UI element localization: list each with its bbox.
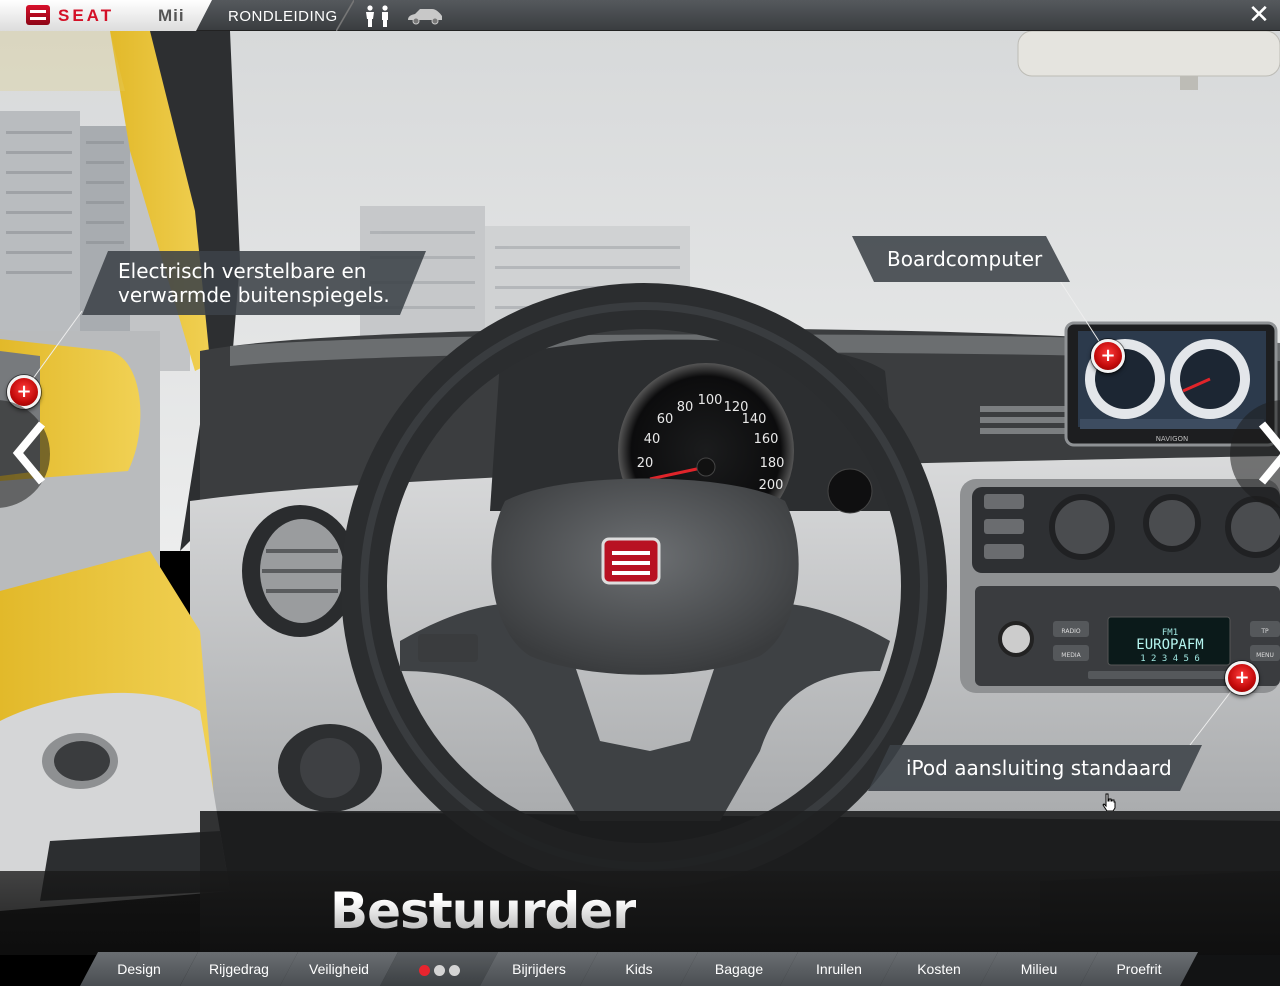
nav-item-bagage[interactable]: Bagage bbox=[680, 952, 798, 986]
callout-ipod[interactable]: iPod aansluiting standaard bbox=[868, 745, 1202, 791]
brand-name: SEAT bbox=[58, 6, 115, 25]
brand-logo[interactable]: SEAT Mii bbox=[0, 0, 212, 31]
media-button-label: MEDIA bbox=[1061, 652, 1081, 659]
speedo-label: 200 bbox=[759, 478, 784, 493]
tp-button-label: TP bbox=[1260, 628, 1269, 635]
nav-brand: NAVIGON bbox=[1156, 435, 1189, 443]
interior-scene: 20 40 60 80 100 120 140 160 180 200 NAVI… bbox=[0, 31, 1280, 986]
seat-logo-icon bbox=[26, 5, 50, 25]
section-navigation: Design Rijgedrag Veiligheid Bijrijders K… bbox=[80, 952, 1200, 986]
speedo-label: 100 bbox=[698, 393, 723, 408]
divider bbox=[336, 0, 354, 31]
chevron-left-icon bbox=[12, 421, 46, 485]
radio-button-label: RADIO bbox=[1061, 628, 1080, 635]
speedo-label: 180 bbox=[760, 456, 785, 471]
people-icon[interactable] bbox=[363, 5, 393, 27]
nav-item-proefrit[interactable]: Proefrit bbox=[1080, 952, 1198, 986]
hotspot-ipod-plus-icon[interactable]: + bbox=[1225, 661, 1259, 695]
speedo-label: 60 bbox=[657, 412, 674, 427]
hotspot-boardcomputer-plus-icon[interactable]: + bbox=[1091, 339, 1125, 373]
car-icon[interactable] bbox=[406, 7, 444, 25]
nav-item-rijgedrag[interactable]: Rijgedrag bbox=[180, 952, 298, 986]
center-console: RADIO MEDIA TP MENU FM1 EUROPAFM 1 2 3 4… bbox=[960, 479, 1280, 693]
nav-item-veiligheid[interactable]: Veiligheid bbox=[280, 952, 398, 986]
page-dot-active bbox=[418, 964, 430, 976]
callout-ipod-label: iPod aansluiting standaard bbox=[906, 756, 1172, 780]
speedo-label: 140 bbox=[742, 412, 767, 427]
close-icon[interactable]: ✕ bbox=[1246, 2, 1272, 28]
menu-button-label: MENU bbox=[1256, 652, 1274, 659]
car-interior-illustration: 20 40 60 80 100 120 140 160 180 200 NAVI… bbox=[0, 31, 1280, 986]
nav-item-inruilen[interactable]: Inruilen bbox=[780, 952, 898, 986]
model-name: Mii bbox=[158, 6, 185, 25]
callout-boardcomputer[interactable]: Boardcomputer bbox=[852, 236, 1070, 282]
top-bar: SEAT Mii RONDLEIDING ✕ bbox=[0, 0, 1280, 31]
speedo-label: 80 bbox=[677, 400, 694, 415]
nav-item-bijrijders[interactable]: Bijrijders bbox=[480, 952, 598, 986]
nav-item-milieu[interactable]: Milieu bbox=[980, 952, 1098, 986]
page-dot[interactable] bbox=[448, 964, 460, 976]
nav-item-bestuurder-current[interactable] bbox=[380, 952, 498, 986]
callout-mirror-line2: verwarmde buitenspiegels. bbox=[118, 283, 390, 307]
callout-mirror-line1: Electrisch verstelbare en bbox=[118, 259, 367, 283]
radio-station: EUROPAFM bbox=[1136, 637, 1203, 653]
speedo-label: 160 bbox=[754, 432, 779, 447]
hand-cursor-icon bbox=[1102, 793, 1116, 811]
callout-boardcomputer-label: Boardcomputer bbox=[887, 247, 1043, 271]
nav-item-kosten[interactable]: Kosten bbox=[880, 952, 998, 986]
callout-mirror[interactable]: Electrisch verstelbare en verwarmde buit… bbox=[82, 251, 426, 315]
radio-presets: 1 2 3 4 5 6 bbox=[1140, 654, 1200, 664]
speedo-label: 40 bbox=[644, 432, 661, 447]
chevron-right-icon bbox=[1258, 421, 1280, 485]
section-title: Bestuurder bbox=[330, 882, 637, 940]
speedo-label: 20 bbox=[637, 456, 654, 471]
nav-item-kids[interactable]: Kids bbox=[580, 952, 698, 986]
nav-item-design[interactable]: Design bbox=[80, 952, 198, 986]
page-dot[interactable] bbox=[433, 964, 445, 976]
bottom-panel bbox=[0, 871, 1280, 955]
tour-label[interactable]: RONDLEIDING bbox=[228, 8, 338, 25]
